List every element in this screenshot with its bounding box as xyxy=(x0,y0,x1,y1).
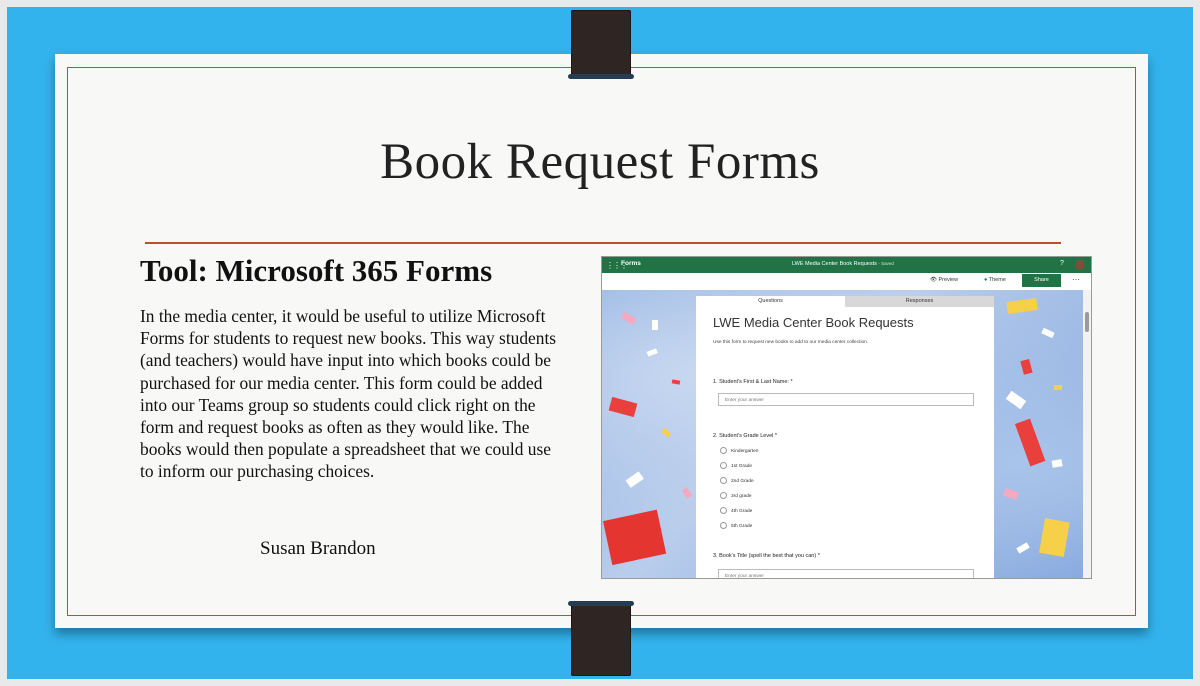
forms-header-bar: ⋮⋮⋮ Forms LWE Media Center Book Requests… xyxy=(602,257,1091,273)
radio-icon[interactable] xyxy=(720,492,727,499)
top-strap xyxy=(568,10,634,79)
slide-title: Book Request Forms xyxy=(380,134,820,190)
question-2-label: 2. Student's Grade Level * xyxy=(713,433,778,439)
forms-screenshot: ⋮⋮⋮ Forms LWE Media Center Book Requests… xyxy=(601,256,1092,579)
slide-subtitle: Tool: Microsoft 365 Forms xyxy=(140,253,493,288)
forms-app-name[interactable]: Forms xyxy=(621,260,641,267)
share-button[interactable]: Share xyxy=(1022,274,1061,287)
avatar[interactable] xyxy=(1075,260,1085,270)
forms-toolbar: 👁 Preview ● Theme Share ··· xyxy=(602,273,1091,291)
radio-icon[interactable] xyxy=(720,522,727,529)
grade-option[interactable]: 3rd grade xyxy=(720,492,752,499)
tab-responses[interactable]: Responses xyxy=(845,296,994,307)
slide-body-text: In the media center, it would be useful … xyxy=(140,306,557,482)
more-options-icon[interactable]: ··· xyxy=(1072,275,1080,284)
palette-icon: ● xyxy=(984,277,988,283)
eye-icon: 👁 xyxy=(930,277,937,283)
form-description[interactable]: Use this form to request new books to ad… xyxy=(713,340,868,345)
forms-scrollbar[interactable] xyxy=(1083,290,1091,578)
radio-icon[interactable] xyxy=(720,507,727,514)
theme-button[interactable]: ● Theme xyxy=(984,277,1006,283)
grade-option[interactable]: 5th Grade xyxy=(720,522,752,529)
bottom-strap xyxy=(568,601,634,676)
tab-questions[interactable]: Questions xyxy=(696,296,845,307)
preview-button[interactable]: 👁 Preview xyxy=(930,277,958,283)
title-divider xyxy=(145,242,1061,244)
radio-icon[interactable] xyxy=(720,477,727,484)
question-3-label: 3. Book's Title (spell the best that you… xyxy=(713,553,820,559)
scrollbar-thumb[interactable] xyxy=(1085,312,1089,332)
help-icon[interactable]: ? xyxy=(1060,260,1064,267)
student-name-input[interactable]: Enter your answer xyxy=(718,393,974,406)
author-name: Susan Brandon xyxy=(260,538,376,559)
form-title[interactable]: LWE Media Center Book Requests xyxy=(713,315,914,330)
grade-option[interactable]: 2nd Grade xyxy=(720,477,754,484)
form-panel: LWE Media Center Book Requests Use this … xyxy=(696,307,994,578)
grade-option[interactable]: 4th Grade xyxy=(720,507,752,514)
question-1-label: 1. Student's First & Last Name: * xyxy=(713,379,793,385)
grade-option[interactable]: Kindergarten xyxy=(720,447,758,454)
book-title-input[interactable]: Enter your answer xyxy=(718,569,974,578)
radio-icon[interactable] xyxy=(720,447,727,454)
forms-doc-title: LWE Media Center Book Requests - Saved xyxy=(792,261,894,267)
grade-option[interactable]: 1st Grade xyxy=(720,462,752,469)
form-tabs: Questions Responses xyxy=(696,296,994,307)
radio-icon[interactable] xyxy=(720,462,727,469)
